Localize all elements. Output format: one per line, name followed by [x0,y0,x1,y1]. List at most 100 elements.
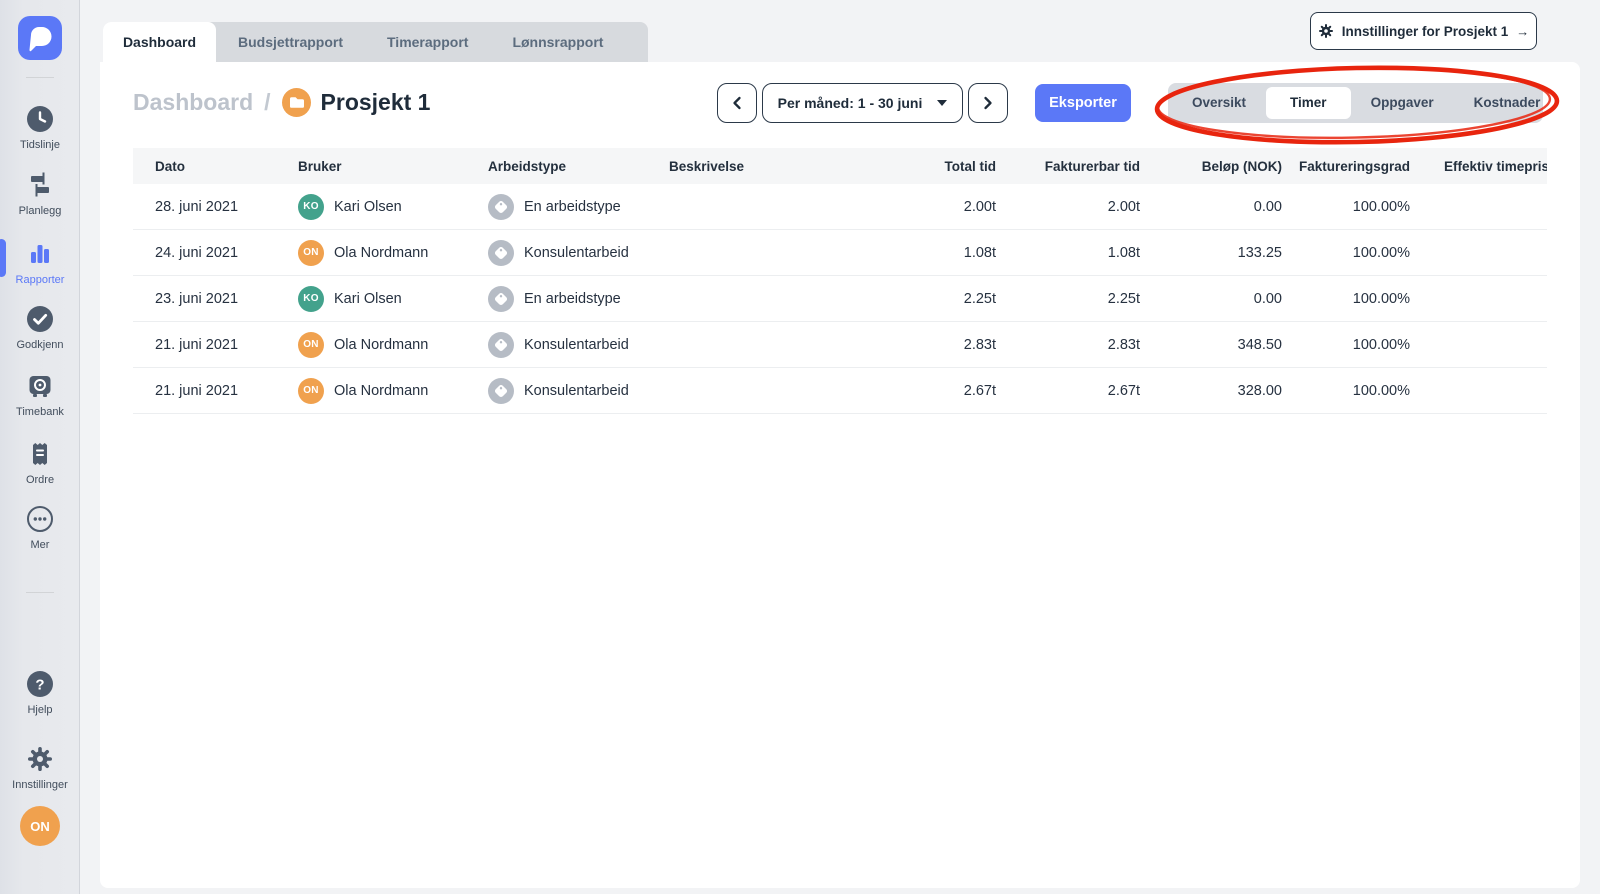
user-avatar: KO [298,286,324,312]
period-next-button[interactable] [968,83,1008,123]
cell-worktype: En arbeidstype [484,286,669,312]
export-button[interactable]: Eksporter [1035,84,1131,122]
cell-billable-time: 2.67t [996,383,1140,399]
sidebar-item-rapporter[interactable]: Rapporter [0,239,80,286]
cell-total-time: 2.83t [830,337,996,353]
svg-text:?: ? [35,677,44,694]
period-dropdown[interactable]: Per måned: 1 - 30 juni [762,83,963,123]
cell-date: 21. juni 2021 [133,337,298,353]
view-tab-kostnader[interactable]: Kostnader [1454,87,1561,119]
table-row[interactable]: 28. juni 2021 KO Kari Olsen En arbeidsty… [133,184,1547,230]
sidebar-item-planlegg[interactable]: Planlegg [0,170,80,217]
cell-total-time: 2.25t [830,291,996,307]
project-folder-icon [282,88,311,117]
worktype-name: Konsulentarbeid [524,245,629,261]
user-avatar: ON [298,332,324,358]
safe-icon [25,371,55,401]
receipt-icon [25,439,55,469]
chevron-down-icon [937,100,947,106]
report-tabs: Dashboard Budsjettrapport Timerapport Lø… [103,22,648,62]
sidebar-item-innstillinger[interactable]: Innstillinger [0,744,80,791]
cell-user: ON Ola Nordmann [298,332,484,358]
header-fakturerbar-tid: Fakturerbar tid [996,159,1140,174]
header-effektiv-timepris: Effektiv timepris [1410,159,1547,174]
cell-billable-time: 1.08t [996,245,1140,261]
cell-worktype: En arbeidstype [484,194,669,220]
cell-amount: 328.00 [1140,383,1282,399]
time-entries-table: Dato Bruker Arbeidstype Beskrivelse Tota… [133,148,1547,414]
worktype-name: Konsulentarbeid [524,383,629,399]
cell-user: ON Ola Nordmann [298,378,484,404]
user-name: Ola Nordmann [334,337,428,353]
view-tab-timer[interactable]: Timer [1266,87,1351,119]
sidebar-divider [26,592,54,593]
cell-worktype: Konsulentarbeid [484,378,669,404]
header-total-tid: Total tid [830,159,996,174]
cell-amount: 0.00 [1140,291,1282,307]
user-avatar[interactable]: ON [20,806,60,846]
cell-total-time: 2.00t [830,199,996,215]
user-avatar: ON [298,378,324,404]
header-faktureringsgrad: Faktureringsgrad [1282,159,1410,174]
project-settings-button[interactable]: Innstillinger for Prosjekt 1 → [1310,12,1537,50]
help-icon: ? [25,669,55,699]
table-row[interactable]: 21. juni 2021 ON Ola Nordmann Konsulenta… [133,322,1547,368]
user-name: Ola Nordmann [334,383,428,399]
ellipsis-circle-icon [25,504,55,534]
gear-icon [25,744,55,774]
view-tab-oversikt[interactable]: Oversikt [1172,87,1266,119]
app-window: Tidslinje Planlegg Rappor [0,0,1600,894]
tab-dashboard[interactable]: Dashboard [103,22,216,62]
cell-billable-time: 2.00t [996,199,1140,215]
tab-lonnsrapport[interactable]: Lønnsrapport [490,22,625,62]
sidebar-item-ordre[interactable]: Ordre [0,439,80,486]
cell-billing-rate: 100.00% [1282,383,1410,399]
cell-user: KO Kari Olsen [298,286,484,312]
chevron-right-icon [982,96,994,110]
period-prev-button[interactable] [717,83,757,123]
sidebar-item-hjelp[interactable]: ? Hjelp [0,669,80,716]
tag-icon [488,332,514,358]
cell-billing-rate: 100.00% [1282,199,1410,215]
view-tab-oppgaver[interactable]: Oppgaver [1351,87,1454,119]
view-switcher: Oversikt Timer Oppgaver Kostnader [1168,83,1543,123]
cell-billing-rate: 100.00% [1282,245,1410,261]
table-row[interactable]: 21. juni 2021 ON Ola Nordmann Konsulenta… [133,368,1547,414]
header-beskrivelse: Beskrivelse [669,159,830,174]
worktype-name: En arbeidstype [524,291,621,307]
user-name: Kari Olsen [334,291,402,307]
clock-icon [25,104,55,134]
cell-billable-time: 2.83t [996,337,1140,353]
arrow-right-icon: → [1516,24,1529,39]
cell-worktype: Konsulentarbeid [484,332,669,358]
tab-budsjettrapport[interactable]: Budsjettrapport [216,22,365,62]
tab-timerapport[interactable]: Timerapport [365,22,490,62]
sidebar-item-godkjenn[interactable]: Godkjenn [0,304,80,351]
header-arbeidstype: Arbeidstype [484,159,669,174]
table-row[interactable]: 24. juni 2021 ON Ola Nordmann Konsulenta… [133,230,1547,276]
cell-date: 28. juni 2021 [133,199,298,215]
cell-amount: 348.50 [1140,337,1282,353]
app-logo[interactable] [18,16,62,60]
main-card: Dashboard / Prosjekt 1 Per måned: 1 - 30… [100,62,1580,888]
app-logo-icon [18,16,62,60]
worktype-name: Konsulentarbeid [524,337,629,353]
sidebar-item-mer[interactable]: Mer [0,504,80,551]
header-dato: Dato [133,159,298,174]
cell-amount: 0.00 [1140,199,1282,215]
sidebar-item-timebank[interactable]: Timebank [0,371,80,418]
cell-date: 21. juni 2021 [133,383,298,399]
sidebar-item-tidslinje[interactable]: Tidslinje [0,104,80,151]
bar-chart-icon [25,239,55,269]
tag-icon [488,378,514,404]
user-avatar: ON [298,240,324,266]
check-circle-icon [25,304,55,334]
table-row[interactable]: 23. juni 2021 KO Kari Olsen En arbeidsty… [133,276,1547,322]
tag-icon [488,194,514,220]
page-title: Prosjekt 1 [321,89,431,116]
cell-date: 23. juni 2021 [133,291,298,307]
breadcrumb-dashboard-link[interactable]: Dashboard [133,89,253,116]
breadcrumb: Dashboard / Prosjekt 1 [133,88,430,117]
user-name: Kari Olsen [334,199,402,215]
header-belop: Beløp (NOK) [1140,159,1282,174]
